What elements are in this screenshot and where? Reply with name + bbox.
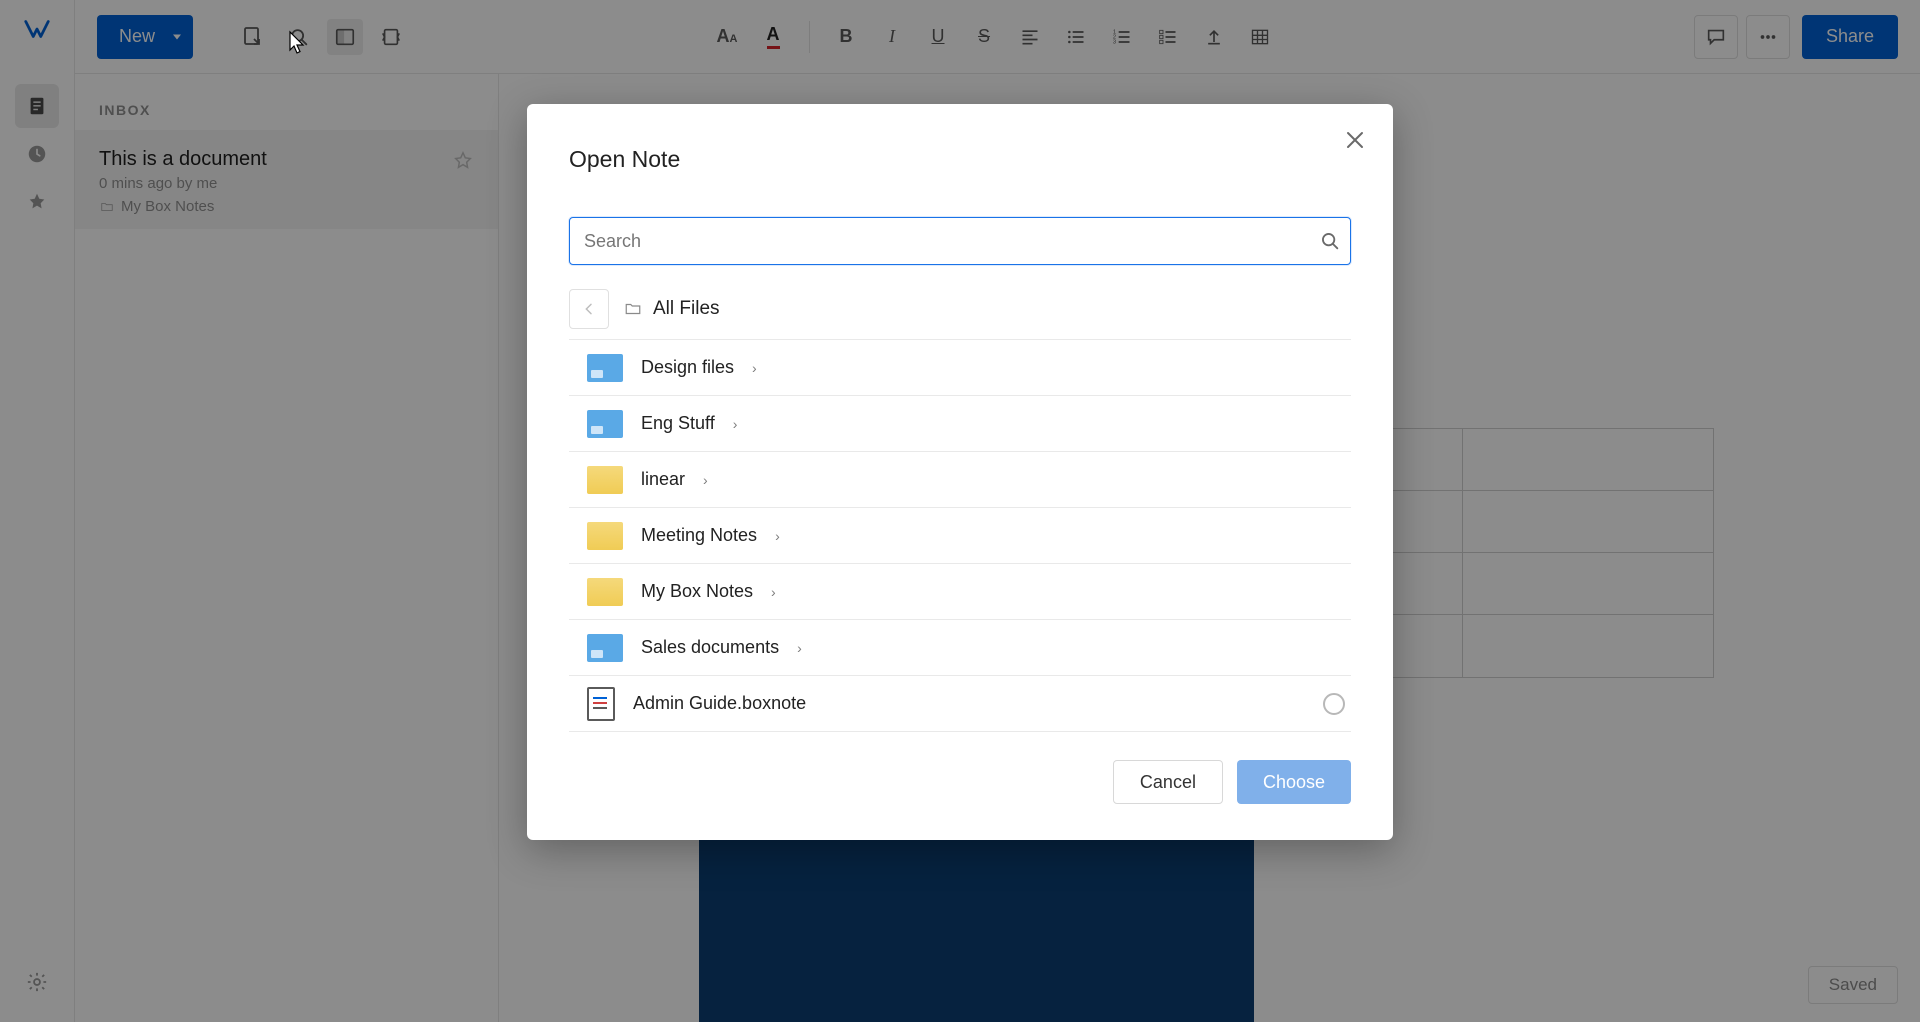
chevron-right-icon: › xyxy=(752,360,757,376)
shared-folder-icon xyxy=(587,634,623,662)
breadcrumb-back-button[interactable] xyxy=(569,289,609,329)
folder-icon xyxy=(587,578,623,606)
search-input[interactable] xyxy=(569,217,1351,265)
cancel-button[interactable]: Cancel xyxy=(1113,760,1223,804)
file-row-folder[interactable]: Sales documents › xyxy=(569,620,1351,676)
file-row-folder[interactable]: My Box Notes › xyxy=(569,564,1351,620)
breadcrumb-current: All Files xyxy=(623,298,720,320)
file-row-folder[interactable]: Meeting Notes › xyxy=(569,508,1351,564)
choose-button[interactable]: Choose xyxy=(1237,760,1351,804)
breadcrumb: All Files xyxy=(569,289,1351,329)
boxnote-icon xyxy=(587,687,615,721)
chevron-right-icon: › xyxy=(775,528,780,544)
file-row-folder[interactable]: Design files › xyxy=(569,340,1351,396)
search-field-wrap xyxy=(569,217,1351,265)
folder-icon xyxy=(623,300,643,318)
chevron-right-icon: › xyxy=(703,472,708,488)
chevron-right-icon: › xyxy=(771,584,776,600)
folder-icon xyxy=(587,522,623,550)
chevron-right-icon: › xyxy=(797,640,802,656)
modal-title: Open Note xyxy=(569,146,1351,173)
chevron-right-icon: › xyxy=(733,416,738,432)
file-list: Design files › Eng Stuff › linear › Meet… xyxy=(569,339,1351,732)
file-row-note[interactable]: Admin Guide.boxnote xyxy=(569,676,1351,732)
shared-folder-icon xyxy=(587,410,623,438)
select-radio[interactable] xyxy=(1323,693,1345,715)
shared-folder-icon xyxy=(587,354,623,382)
file-row-folder[interactable]: linear › xyxy=(569,452,1351,508)
close-icon[interactable] xyxy=(1343,128,1371,156)
folder-icon xyxy=(587,466,623,494)
modal-actions: Cancel Choose xyxy=(569,760,1351,804)
open-note-modal: Open Note All Files Design files › Eng S… xyxy=(527,104,1393,840)
file-row-folder[interactable]: Eng Stuff › xyxy=(569,396,1351,452)
search-icon[interactable] xyxy=(1319,230,1341,252)
